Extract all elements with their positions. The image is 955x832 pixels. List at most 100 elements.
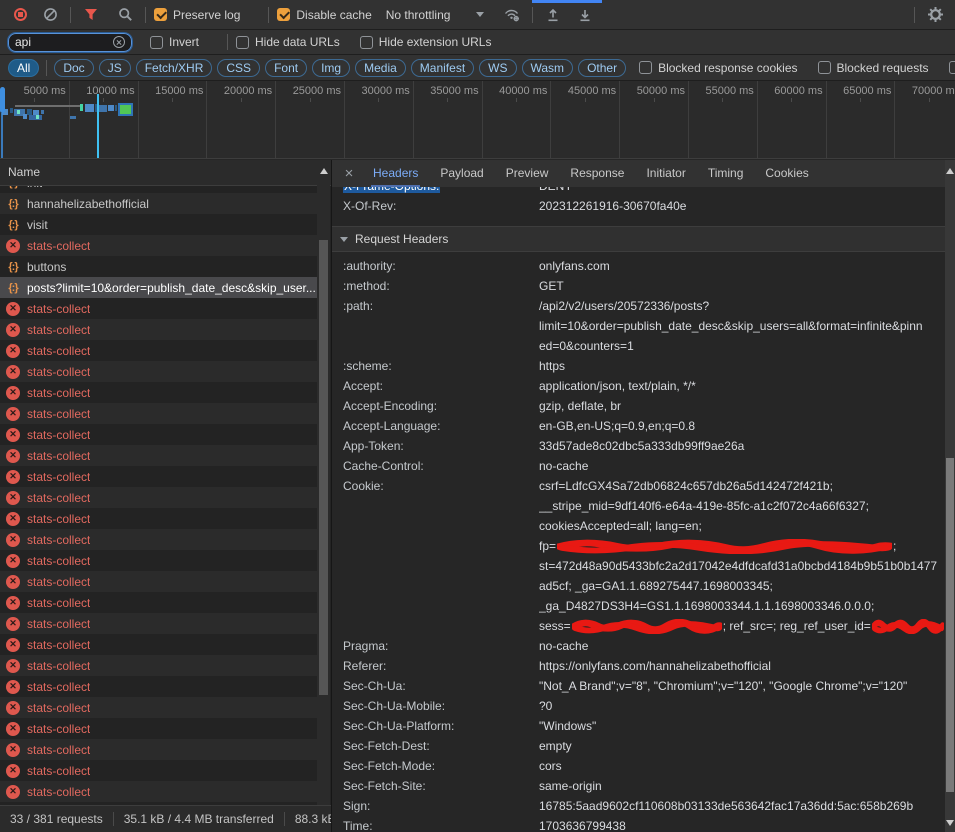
scrollbar-thumb[interactable] [946,458,954,792]
preserve-log-checkbox[interactable] [154,8,167,21]
header-row: Sec-Ch-Ua-Mobile:?0 [332,696,946,716]
name-column-header[interactable]: Name [0,160,331,186]
details-scrollbar[interactable] [945,160,955,832]
request-list-scrollbar[interactable] [317,162,330,805]
request-row[interactable]: ✕stats-collect [0,466,317,487]
error-icon: ✕ [6,302,20,316]
request-row[interactable]: ✕stats-collect [0,781,317,802]
request-row[interactable]: ✕stats-collect [0,634,317,655]
type-filter-media[interactable]: Media [355,59,406,77]
scroll-down-icon[interactable] [946,820,954,826]
settings-button[interactable] [923,3,947,27]
tab-headers[interactable]: Headers [362,160,429,187]
tab-timing[interactable]: Timing [697,160,755,187]
request-row[interactable]: ✕stats-collect [0,319,317,340]
timeline-overview[interactable]: 5000 ms10000 ms15000 ms20000 ms25000 ms3… [0,81,955,159]
filter-button[interactable] [79,3,103,27]
type-filter-js[interactable]: JS [99,59,131,77]
request-row[interactable]: ✕stats-collect [0,529,317,550]
request-row[interactable]: ✕stats-collect [0,760,317,781]
request-row[interactable]: ✕stats-collect [0,550,317,571]
record-button[interactable] [8,3,32,27]
import-har-button[interactable] [541,3,565,27]
request-row[interactable]: ✕stats-collect [0,697,317,718]
header-name: Accept-Encoding: [343,396,535,416]
request-name: stats-collect [27,323,90,337]
type-filter-ws[interactable]: WS [479,59,516,77]
request-row[interactable]: ✕stats-collect [0,487,317,508]
close-details-button[interactable]: × [336,160,362,187]
overview-window-handle[interactable] [0,87,5,113]
tab-response[interactable]: Response [559,160,635,187]
disable-cache-checkbox[interactable] [277,8,290,21]
hide-extension-urls-checkbox[interactable] [360,36,373,49]
request-row[interactable]: ✕stats-collect [0,403,317,424]
request-headers-section[interactable]: Request Headers [332,227,946,252]
search-button[interactable] [113,3,137,27]
hide-extension-urls-toggle[interactable]: Hide extension URLs [360,35,496,49]
invert-toggle[interactable]: Invert [150,35,203,49]
request-row[interactable]: ✕stats-collect [0,424,317,445]
request-row[interactable]: ✕stats-collect [0,382,317,403]
hide-data-urls-toggle[interactable]: Hide data URLs [236,35,344,49]
request-row[interactable]: ✕stats-collect [0,361,317,382]
type-filter-wasm[interactable]: Wasm [522,59,574,77]
type-filter-all[interactable]: All [8,59,39,77]
request-row[interactable]: {:}posts?limit=10&order=publish_date_des… [0,277,317,298]
network-conditions-button[interactable] [500,3,524,27]
header-name: Referer: [343,656,535,676]
disable-cache-toggle[interactable]: Disable cache [277,8,375,22]
checkbox[interactable] [639,61,652,74]
type-filter-other[interactable]: Other [578,59,626,77]
scroll-up-icon[interactable] [320,168,328,174]
tab-cookies[interactable]: Cookies [754,160,819,187]
request-row[interactable]: ✕stats-collect [0,298,317,319]
request-row[interactable]: ✕stats-collect [0,592,317,613]
request-row[interactable]: ✕stats-collect [0,340,317,361]
request-row[interactable]: ✕stats-collect [0,676,317,697]
request-row[interactable]: ✕stats-collect [0,508,317,529]
request-row[interactable]: {:}hannahelizabethofficial [0,193,317,214]
request-row[interactable]: {:}visit [0,214,317,235]
header-row-wrap: fp=; [332,536,946,556]
tab-initiator[interactable]: Initiator [635,160,696,187]
request-row[interactable]: {:}init [0,186,317,193]
activity-indicator [532,0,602,3]
import-icon [546,8,560,22]
preserve-log-toggle[interactable]: Preserve log [154,8,244,22]
request-row[interactable]: ✕stats-collect [0,235,317,256]
type-filter-manifest[interactable]: Manifest [411,59,474,77]
3rd-party-requests-toggle[interactable]: 3rd-party requests [949,61,955,75]
request-row[interactable]: ✕stats-collect [0,613,317,634]
type-filter-fetch-xhr[interactable]: Fetch/XHR [136,59,213,77]
type-filter-css[interactable]: CSS [217,59,260,77]
resources-size: 88.3 kB [285,812,331,826]
tab-payload[interactable]: Payload [429,160,494,187]
throttling-select[interactable]: No throttling [386,8,485,22]
scrollbar-thumb[interactable] [319,240,328,695]
request-name: stats-collect [27,512,90,526]
request-row[interactable]: {:}buttons [0,256,317,277]
blocked-response-cookies-toggle[interactable]: Blocked response cookies [639,61,801,75]
checkbox[interactable] [818,61,831,74]
section-title: Request Headers [355,232,448,246]
type-filter-doc[interactable]: Doc [54,59,93,77]
tab-preview[interactable]: Preview [495,160,560,187]
clear-filter-icon[interactable] [113,36,125,48]
request-row[interactable]: ✕stats-collect [0,718,317,739]
export-har-button[interactable] [573,3,597,27]
scroll-up-icon[interactable] [946,168,954,174]
hide-data-urls-checkbox[interactable] [236,36,249,49]
invert-checkbox[interactable] [150,36,163,49]
clear-button[interactable] [38,3,62,27]
request-name: stats-collect [27,533,90,547]
blocked-requests-toggle[interactable]: Blocked requests [818,61,933,75]
request-row[interactable]: ✕stats-collect [0,571,317,592]
checkbox[interactable] [949,61,955,74]
request-row[interactable]: ✕stats-collect [0,445,317,466]
request-row[interactable]: ✕stats-collect [0,739,317,760]
type-filter-font[interactable]: Font [265,59,307,77]
request-row[interactable]: ✕stats-collect [0,655,317,676]
filter-input[interactable]: api [8,33,132,52]
type-filter-img[interactable]: Img [312,59,350,77]
